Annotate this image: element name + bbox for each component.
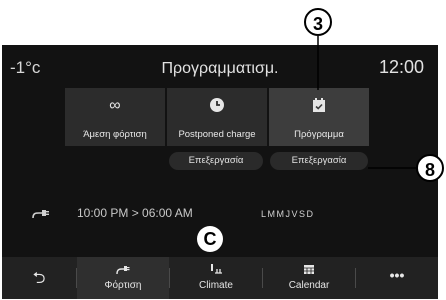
callout-lines <box>317 36 418 169</box>
callout-8: 8 <box>416 154 444 182</box>
callout-3: 3 <box>304 8 332 36</box>
